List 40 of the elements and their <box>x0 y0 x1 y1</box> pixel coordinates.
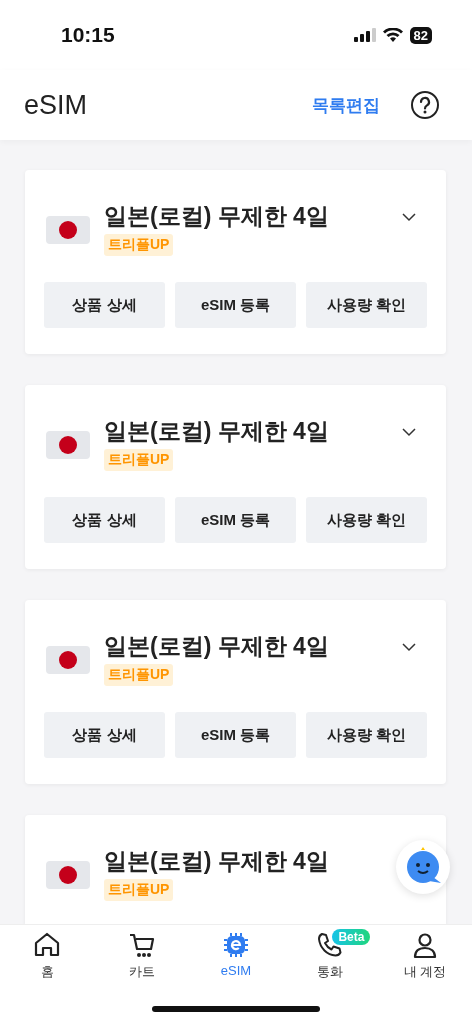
nav-tab[interactable]: Beta 통화 <box>283 931 378 1024</box>
card-action-button[interactable]: 상품 상세 <box>44 712 165 758</box>
card-action-button[interactable]: eSIM 등록 <box>175 712 296 758</box>
clock: 10:15 <box>61 23 115 47</box>
plan-title: 일본(로컬) 무제한 4일 <box>104 847 330 876</box>
chip-icon <box>222 931 250 959</box>
beta-badge: Beta <box>332 929 371 945</box>
card-action-button[interactable]: 사용량 확인 <box>306 497 427 543</box>
japan-flag-icon <box>46 646 90 674</box>
plan-badge: 트리플UP <box>104 664 174 686</box>
edit-list-link[interactable]: 목록편집 <box>312 93 380 117</box>
plan-title: 일본(로컬) 무제한 4일 <box>104 417 330 446</box>
wifi-icon <box>382 28 403 42</box>
plan-badge: 트리플UP <box>104 449 174 471</box>
battery-level: 82 <box>409 26 432 44</box>
card-action-button[interactable]: 상품 상세 <box>44 497 165 543</box>
help-icon[interactable] <box>410 90 440 120</box>
card-action-button[interactable]: eSIM 등록 <box>175 497 296 543</box>
nav-tab[interactable]: 내 계정 <box>377 931 472 1024</box>
card-action-button[interactable]: 사용량 확인 <box>306 712 427 758</box>
japan-flag-icon <box>46 431 90 459</box>
card-action-button[interactable]: eSIM 등록 <box>175 282 296 328</box>
nav-tab[interactable]: eSIM <box>188 931 284 1024</box>
japan-flag-icon <box>46 861 90 889</box>
home-icon <box>33 931 62 959</box>
signal-icon <box>353 28 376 42</box>
card-action-button[interactable]: 사용량 확인 <box>306 282 427 328</box>
nav-tab[interactable]: 홈 <box>0 931 95 1024</box>
cart-icon <box>127 931 156 959</box>
card-action-button[interactable]: 상품 상세 <box>44 282 165 328</box>
nav-tab[interactable]: 카트 <box>94 931 189 1024</box>
chevron-down-icon[interactable] <box>401 212 417 222</box>
plan-title: 일본(로컬) 무제한 4일 <box>104 202 330 231</box>
plan-badge: 트리플UP <box>104 234 174 256</box>
chevron-down-icon[interactable] <box>401 427 417 437</box>
plan-title: 일본(로컬) 무제한 4일 <box>104 632 330 661</box>
plan-badge: 트리플UP <box>104 879 174 901</box>
chevron-down-icon[interactable] <box>401 642 417 652</box>
page-title: eSIM <box>24 89 88 121</box>
japan-flag-icon <box>46 216 90 244</box>
